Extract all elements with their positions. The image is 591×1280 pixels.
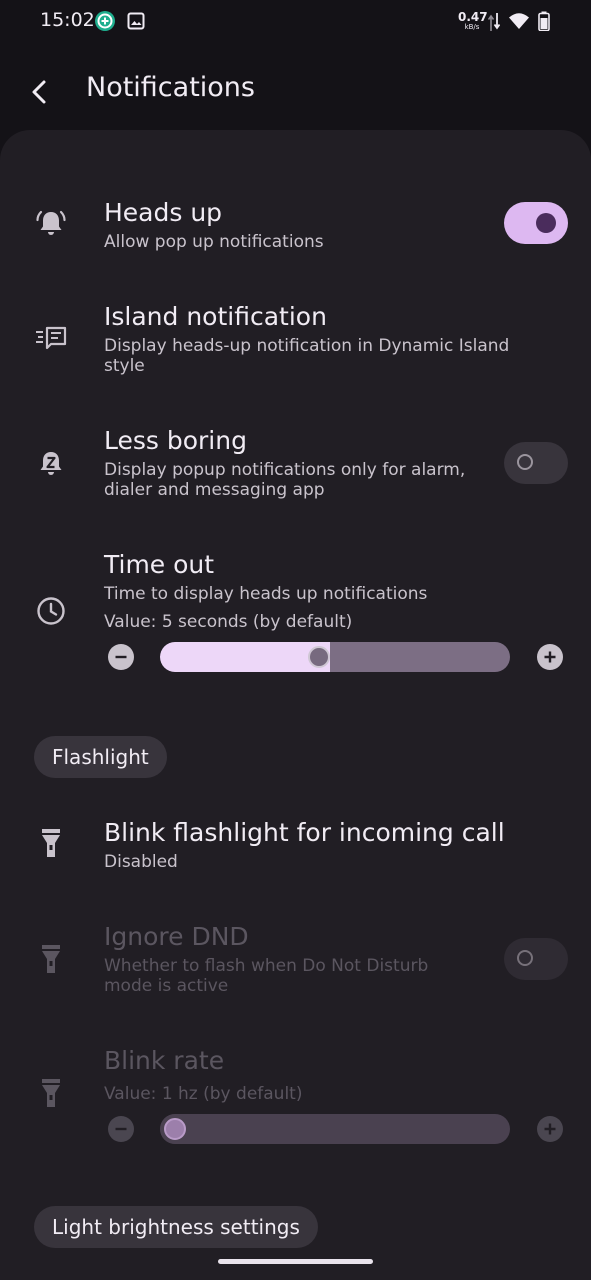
blink-rate-title: Blink rate [104, 1046, 225, 1075]
blink-flashlight-setting[interactable]: Blink flashlight for incoming call Disab… [0, 810, 591, 890]
heads-up-toggle[interactable] [504, 202, 568, 244]
bell-ringing-icon [36, 210, 66, 235]
app-bar: Notifications [0, 44, 591, 130]
net-speed-unit: kB/s [464, 23, 480, 31]
image-icon [127, 12, 145, 30]
blink-flashlight-title: Blink flashlight for incoming call [104, 818, 505, 847]
battery-icon [538, 11, 550, 31]
decrease-icon [108, 1116, 134, 1142]
blink-flashlight-summary: Disabled [104, 852, 178, 872]
bell-snooze-icon [40, 452, 62, 475]
flashlight-icon [42, 945, 60, 973]
increase-icon [537, 1116, 563, 1142]
settings-list: Heads up Allow pop up notifications Isla… [0, 130, 591, 1280]
blink-rate-value: Value: 1 hz (by default) [104, 1084, 303, 1104]
app-notification-icon [95, 11, 115, 31]
island-notification-title: Island notification [104, 302, 327, 331]
notes-list-icon [36, 326, 67, 350]
blink-rate-setting: Blink rate Value: 1 hz (by default) [0, 1038, 591, 1168]
island-notification-setting[interactable]: Island notification Display heads-up not… [0, 294, 591, 384]
time-out-setting[interactable]: Time out Time to display heads up notifi… [0, 542, 591, 692]
status-time: 15:02 [40, 9, 95, 31]
flashlight-section-header: Flashlight [34, 736, 167, 778]
flashlight-icon [42, 829, 60, 857]
wifi-icon [509, 13, 529, 29]
time-out-value: Value: 5 seconds (by default) [104, 612, 353, 632]
heads-up-title: Heads up [104, 198, 223, 227]
island-notification-summary: Display heads-up notification in Dynamic… [104, 336, 510, 376]
heads-up-setting[interactable]: Heads up Allow pop up notifications [0, 190, 591, 270]
less-boring-title: Less boring [104, 426, 247, 455]
blink-rate-slider [0, 1111, 591, 1147]
increase-icon[interactable] [537, 644, 563, 670]
heads-up-summary: Allow pop up notifications [104, 232, 324, 252]
net-speed-value: 0.47 [458, 10, 488, 24]
slider-fill [160, 642, 330, 672]
toggle-thumb [517, 950, 533, 966]
slider-thumb[interactable] [308, 646, 330, 668]
clock-icon [37, 597, 65, 625]
time-out-slider[interactable] [0, 639, 591, 675]
ignore-dnd-setting: Ignore DND Whether to flash when Do Not … [0, 914, 591, 1004]
light-brightness-section-header: Light brightness settings [34, 1206, 318, 1248]
page-title: Notifications [86, 72, 255, 103]
network-speed: 0.47 kB/s [458, 10, 488, 31]
decrease-icon[interactable] [108, 644, 134, 670]
toggle-thumb [517, 454, 533, 470]
ignore-dnd-toggle [504, 938, 568, 980]
slider-thumb [164, 1118, 186, 1140]
back-arrow-icon[interactable] [20, 72, 60, 112]
slider-track[interactable] [160, 642, 510, 672]
less-boring-summary: Display popup notifications only for ala… [104, 460, 466, 500]
ignore-dnd-title: Ignore DND [104, 922, 249, 951]
time-out-summary: Time to display heads up notifications [104, 584, 428, 604]
toggle-thumb [536, 213, 556, 233]
time-out-title: Time out [104, 550, 215, 579]
status-bar: 15:02 0.47 kB/s [0, 0, 591, 44]
slider-track [160, 1114, 510, 1144]
less-boring-setting[interactable]: Less boring Display popup notifications … [0, 418, 591, 508]
home-indicator[interactable] [218, 1259, 373, 1264]
data-arrows-icon [488, 13, 500, 31]
flashlight-icon [42, 1079, 60, 1107]
ignore-dnd-summary: Whether to flash when Do Not Disturb mod… [104, 956, 429, 996]
less-boring-toggle[interactable] [504, 442, 568, 484]
